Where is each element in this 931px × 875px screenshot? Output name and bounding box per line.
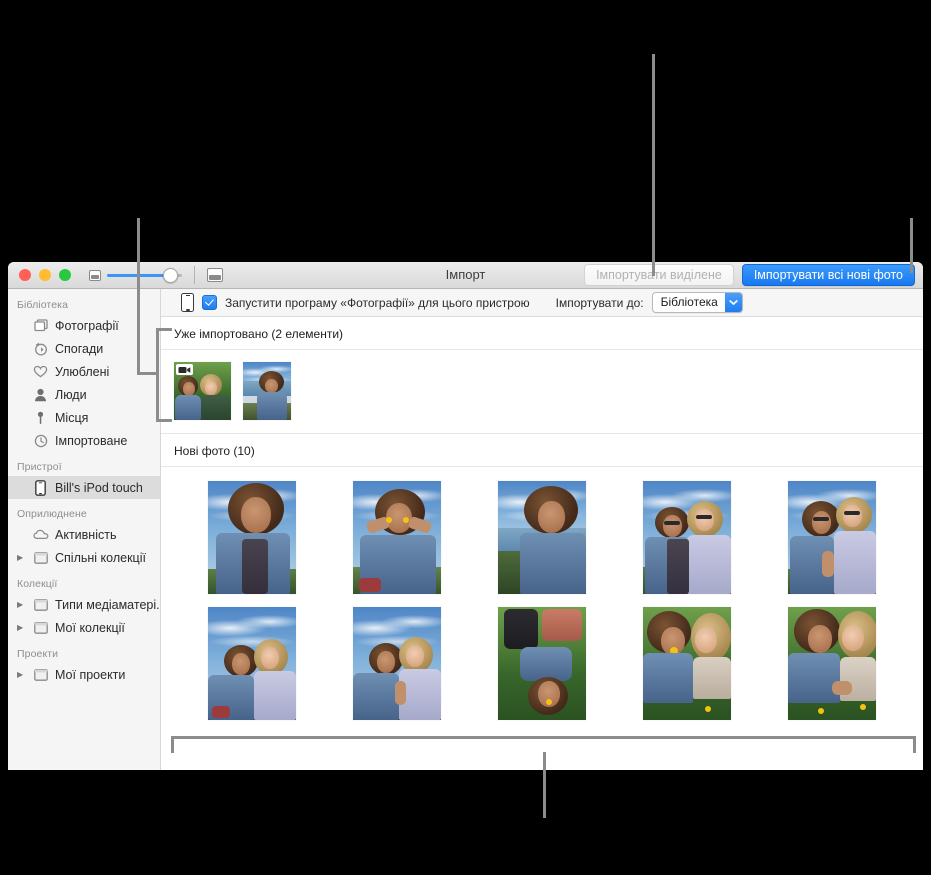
photos-icon [32,318,49,334]
window-body: Бібліотека ▶ Фотографії ▶ Спогади [8,289,923,770]
album-icon [32,597,49,613]
sidebar-item-people[interactable]: ▶ Люди [8,383,160,406]
main-pane: Запустити програму «Фотографії» для цьог… [161,289,923,770]
callout-line-import-selected [652,54,655,276]
large-photo-icon [207,268,223,282]
sidebar-item-media-types[interactable]: ▶ Типи медіаматері... [8,593,160,616]
new-photo-thumbnail[interactable] [207,481,296,594]
sidebar-item-activity[interactable]: ▶ Активність [8,523,160,546]
sidebar-item-label: Мої проекти [55,667,126,682]
window-titlebar: Імпорт Імпортувати виділене Імпортувати … [8,262,923,289]
sidebar-item-places[interactable]: ▶ Місця [8,406,160,429]
memories-icon [32,341,49,357]
clock-icon [32,433,49,449]
sidebar-item-label: Люди [55,387,87,402]
new-photo-thumbnail[interactable] [643,607,732,720]
open-photos-checkbox[interactable] [202,295,217,310]
cloud-icon [32,527,49,543]
import-to-value: Бібліотека [660,295,718,309]
small-photo-icon [89,269,101,281]
import-to-popup-button[interactable]: Бібліотека [651,292,743,313]
sidebar-group-title-albums: Колекції [17,578,58,590]
new-photo-thumbnail[interactable] [497,481,586,594]
zoom-button[interactable] [59,269,71,281]
sidebar-item-label: Місця [55,410,89,425]
minimize-button[interactable] [39,269,51,281]
already-imported-thumbnail[interactable] [243,362,291,420]
open-photos-checkbox-label: Запустити програму «Фотографії» для цьог… [225,295,530,310]
new-photo-thumbnail[interactable] [352,607,441,720]
sidebar-item-shared-albums[interactable]: ▶ Спільні колекції [8,546,160,569]
sidebar-item-label: Активність [55,527,117,542]
disclosure-triangle-icon[interactable]: ▶ [17,600,26,609]
new-photo-thumbnail[interactable] [788,481,877,594]
album-icon [32,667,49,683]
already-imported-strip [161,350,923,434]
import-selected-button[interactable]: Імпортувати виділене [584,264,734,286]
heart-icon [32,364,49,380]
photos-import-window: Імпорт Імпортувати виділене Імпортувати … [8,262,923,770]
sidebar-item-label: Bill's iPod touch [55,480,143,495]
slider-knob[interactable] [163,268,178,283]
chevron-down-icon [724,293,742,312]
import-to-label: Імпортувати до: [555,295,644,310]
sidebar-item-label: Типи медіаматері... [55,597,160,612]
sidebar-item-label: Спогади [55,341,104,356]
sidebar-item-bills-ipod-touch[interactable]: ▶ Bill's iPod touch [8,476,160,499]
ipod-touch-icon [181,293,194,312]
disclosure-triangle-icon[interactable]: ▶ [17,623,26,632]
thumbnail-size-control[interactable] [89,266,223,284]
sidebar-item-label: Улюблені [55,364,110,379]
sidebar-item-my-projects[interactable]: ▶ Мої проекти [8,663,160,686]
toolbar-actions: Імпортувати виділене Імпортувати всі нов… [584,262,915,288]
sidebar-item-label: Фотографії [55,318,119,333]
close-button[interactable] [19,269,31,281]
sidebar-item-imported[interactable]: ▶ Імпортоване [8,429,160,452]
thumbnail-size-slider[interactable] [107,268,182,283]
album-icon [32,550,49,566]
person-icon [32,387,49,403]
already-imported-heading: Уже імпортовано (2 елементи) [161,317,923,350]
new-photo-thumbnail[interactable] [207,607,296,720]
new-photos-grid [161,467,923,720]
disclosure-triangle-icon[interactable]: ▶ [17,553,26,562]
traffic-lights [19,269,71,281]
already-imported-thumbnail[interactable] [174,362,231,420]
ipod-touch-icon [32,479,49,496]
sidebar-item-label: Мої колекції [55,620,125,635]
import-content: Уже імпортовано (2 елементи) Нові фото (… [161,317,923,770]
new-photo-thumbnail[interactable] [788,607,877,720]
import-all-new-button[interactable]: Імпортувати всі нові фото [741,264,915,286]
album-icon [32,620,49,636]
sidebar-group-title-projects: Проекти [17,648,59,660]
video-badge-icon [176,364,193,375]
new-photo-thumbnail[interactable] [352,481,441,594]
screenshot-root: Імпорт Імпортувати виділене Імпортувати … [0,0,931,875]
callout-line-sidebar-vertical [137,218,140,375]
new-photo-thumbnail[interactable] [643,481,732,594]
sidebar-group-title-shared: Оприлюднене [17,508,87,520]
import-options-bar: Запустити програму «Фотографії» для цьог… [161,289,923,317]
callout-line-new-photos [543,752,546,818]
callout-bracket-already-imported [156,328,172,422]
disclosure-triangle-icon[interactable]: ▶ [17,670,26,679]
new-photo-thumbnail[interactable] [497,607,586,720]
sidebar-item-my-albums[interactable]: ▶ Мої колекції [8,616,160,639]
toolbar-separator [194,266,195,284]
pin-icon [32,410,49,426]
new-photos-heading: Нові фото (10) [161,434,923,467]
callout-line-import-all [910,218,913,273]
sidebar-item-label: Імпортоване [55,433,128,448]
callout-bracket-new-photos [171,736,916,753]
sidebar-group-title-devices: Пристрої [17,461,62,473]
sidebar-item-label: Спільні колекції [55,550,146,565]
